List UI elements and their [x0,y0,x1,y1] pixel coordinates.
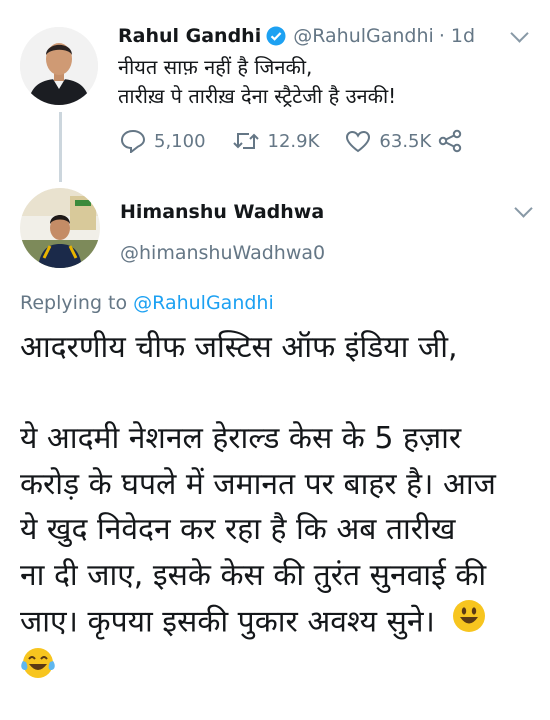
rahul-gandhi-avatar[interactable] [20,27,98,105]
chevron-down-icon[interactable] [510,24,529,43]
tweet2-last-line-row: जाए। कृपया इसकी पुकार अवश्य सुने। [20,599,545,647]
tweet2-line: ये आदमी नेशनल हेराल्ड केस के 5 हज़ार [20,421,462,457]
tweet1-line: तारीख़ पे तारीख़ देना स्ट्रैटेजी है उनकी… [118,84,397,108]
share-button[interactable] [437,129,471,153]
tweet2-line: जाए। कृपया इसकी पुकार अवश्य सुने। [20,603,435,639]
himanshu-wadhwa-avatar[interactable] [20,188,100,268]
tweet1-line: नीयत साफ़ नहीं है जिनकी, [118,55,313,79]
reply-count: 5,100 [154,130,206,152]
tweet1-body: नीयत साफ़ नहीं है जिनकी, तारीख़ पे तारीख… [118,53,396,111]
tweet2-author-handle[interactable]: @himanshuWadhwa0 [120,242,325,264]
tweet2-line: ना दी जाए, इसके केस की तुरंत सुनवाई की [20,557,487,593]
tweet2-emoji-row [20,646,545,694]
tweet2-line: करोड़ के घपले में जमानत पर बाहर है। आज [20,466,496,502]
avatar-photo-icon [20,27,98,105]
avatar-photo-icon [20,188,100,268]
smiley-emoji [452,599,486,647]
verified-badge-icon [266,26,286,46]
like-icon [346,130,371,152]
retweet-icon [232,133,259,149]
tweet2-paragraph: आदरणीय चीफ जस्टिस ऑफ इंडिया जी, [20,330,458,365]
tweet2-line: ये खुद निवेदन कर रहा है कि अब तारीख [20,512,456,548]
tweet2-author-name[interactable]: Himanshu Wadhwa [120,201,324,223]
replying-to-line: Replying to @RahulGandhi [20,292,274,314]
tweet1-author-handle[interactable]: @RahulGandhi [293,25,434,47]
tweet1-author-name[interactable]: Rahul Gandhi [118,25,261,47]
laughing-tears-emoji [20,646,56,694]
chevron-down-icon[interactable] [514,199,533,218]
tweet1-header: Rahul Gandhi @RahulGandhi · 1d [118,22,475,50]
replying-to-handle-link[interactable]: @RahulGandhi [133,292,274,314]
retweet-count: 12.9K [267,130,320,152]
replying-to-label: Replying to [20,292,128,314]
like-button[interactable]: 63.5K [345,130,431,153]
tweet2-body: आदरणीय चीफ जस्टिस ऑफ इंडिया जी, ये आदमी … [20,325,545,694]
tweet1-actions: 5,100 12.9K 63.5K [120,127,497,155]
reply-icon [120,129,146,153]
retweet-button[interactable]: 12.9K [232,130,320,152]
thread-connector-line [59,112,62,182]
tweet1-timestamp[interactable]: · 1d [439,25,475,47]
share-icon [439,129,462,153]
like-count: 63.5K [379,130,432,152]
reply-button[interactable]: 5,100 [120,129,206,153]
